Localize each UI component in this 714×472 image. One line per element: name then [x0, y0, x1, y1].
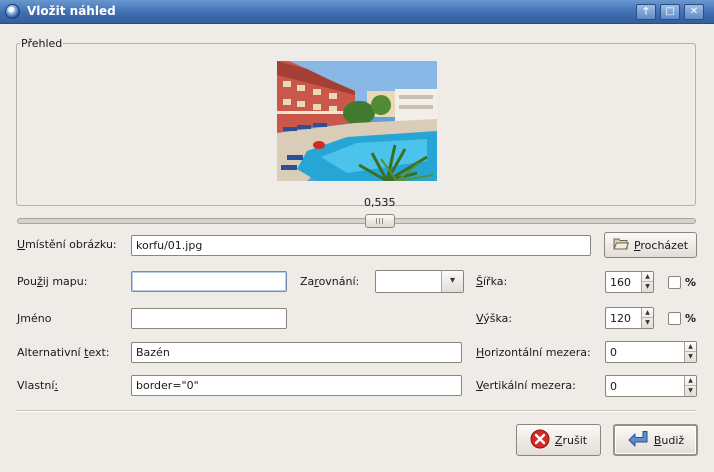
height-label: Výška: — [476, 312, 513, 325]
vspace-increment-icon[interactable]: ▲ — [685, 376, 696, 386]
hspace-spinner[interactable]: 0 ▲ ▼ — [605, 341, 697, 363]
window-maximize-button[interactable]: □ — [660, 4, 680, 20]
ok-button[interactable]: Budiž — [613, 424, 698, 456]
vspace-decrement-icon[interactable]: ▼ — [685, 386, 696, 396]
use-map-label: Použij mapu: — [17, 275, 88, 288]
height-increment-icon[interactable]: ▲ — [642, 308, 653, 318]
width-decrement-icon[interactable]: ▼ — [642, 282, 653, 292]
window-close-button[interactable]: ✕ — [684, 4, 704, 20]
height-spinner[interactable]: 120 ▲ ▼ — [605, 307, 654, 329]
cancel-icon — [530, 429, 550, 452]
hspace-label: Horizontální mezera: — [476, 346, 591, 359]
hspace-increment-icon[interactable]: ▲ — [685, 342, 696, 352]
location-input[interactable]: korfu/01.jpg — [131, 235, 591, 256]
width-value: 160 — [610, 276, 631, 289]
cancel-button-label: Zrušit — [554, 433, 588, 447]
window-title: Vložit náhled — [27, 4, 116, 18]
chevron-down-icon[interactable]: ▾ — [441, 271, 463, 292]
ok-button-label: Budiž — [653, 433, 685, 447]
vspace-label: Vertikální mezera: — [476, 379, 576, 392]
maximize-icon: □ — [665, 6, 675, 17]
scale-slider-trough[interactable] — [17, 218, 696, 224]
custom-input[interactable]: border="0" — [131, 375, 462, 396]
width-spinner[interactable]: 160 ▲ ▼ — [605, 271, 654, 293]
hspace-value: 0 — [610, 346, 617, 359]
browse-button-label: Procházet — [633, 238, 689, 252]
cancel-button[interactable]: Zrušit — [516, 424, 601, 456]
custom-label: Vlastní: — [17, 379, 59, 392]
alt-text-label: Alternativní text: — [17, 346, 110, 359]
button-separator — [16, 410, 696, 412]
name-input[interactable] — [131, 308, 287, 329]
arrow-up-icon: 🡑 — [643, 6, 649, 17]
width-percent-label: % — [685, 276, 697, 289]
alt-text-input[interactable]: Bazén — [131, 342, 462, 363]
use-map-input[interactable] — [131, 271, 287, 292]
height-percent-label: % — [685, 312, 697, 325]
height-percent-checkbox[interactable] — [668, 312, 681, 325]
close-icon: ✕ — [689, 6, 699, 17]
browse-button[interactable]: Procházet — [604, 232, 697, 258]
preview-image — [277, 61, 437, 181]
height-value: 120 — [610, 312, 631, 325]
align-label: Zarovnání: — [300, 275, 360, 288]
window-up-button[interactable]: 🡑 — [636, 4, 656, 20]
vspace-spinner[interactable]: 0 ▲ ▼ — [605, 375, 697, 397]
scale-slider-handle[interactable] — [365, 214, 395, 228]
window-titlebar[interactable]: Vložit náhled 🡑 □ ✕ — [0, 0, 714, 24]
height-decrement-icon[interactable]: ▼ — [642, 318, 653, 328]
scale-value: 0,535 — [364, 196, 396, 209]
align-select[interactable]: ▾ — [375, 270, 464, 293]
location-label: Umístění obrázku: — [17, 238, 117, 251]
app-icon — [5, 4, 20, 19]
name-label: Jméno — [17, 312, 52, 325]
hspace-decrement-icon[interactable]: ▼ — [685, 352, 696, 362]
width-percent-checkbox[interactable] — [668, 276, 681, 289]
enter-arrow-icon — [627, 430, 649, 451]
folder-open-icon — [613, 237, 630, 253]
preview-frame-label: Přehled — [20, 37, 64, 50]
vspace-value: 0 — [610, 380, 617, 393]
width-label: Šířka: — [476, 275, 508, 288]
width-increment-icon[interactable]: ▲ — [642, 272, 653, 282]
